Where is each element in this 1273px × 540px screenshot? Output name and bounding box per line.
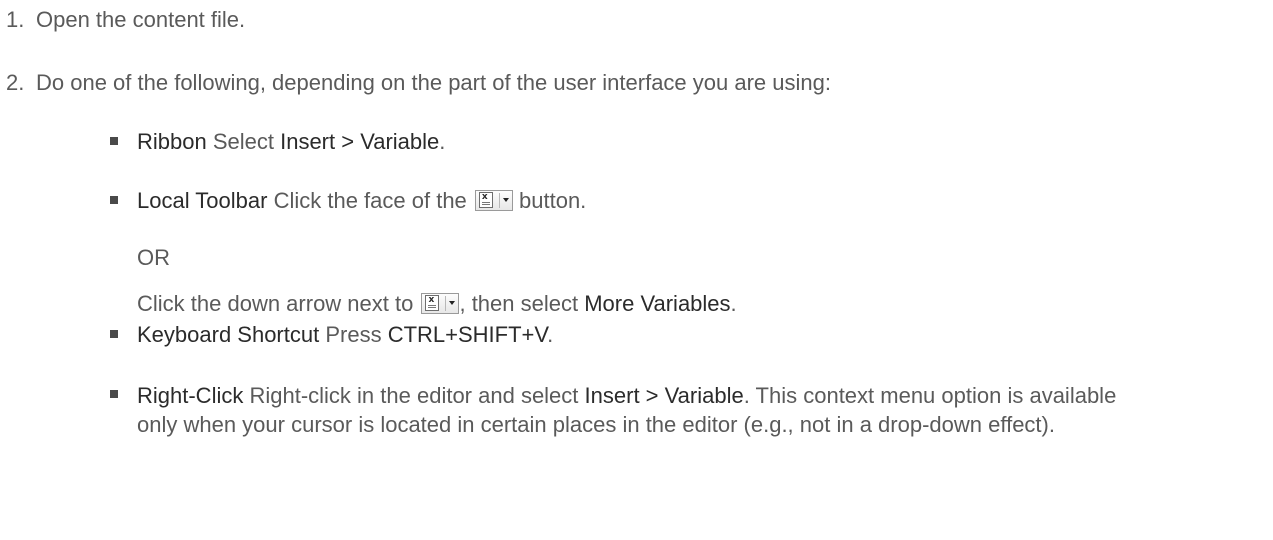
option-label: Right-Click bbox=[137, 383, 244, 408]
step-number: 2. bbox=[6, 70, 25, 95]
variable-document-icon: x bbox=[478, 192, 493, 208]
procedure-document: 1. Open the content file. 2. Do one of the… bbox=[0, 0, 1273, 540]
option-text: Ribbon Select Insert > Variable. bbox=[137, 128, 445, 156]
keyboard-shortcut: CTRL+SHIFT+V bbox=[387, 322, 548, 347]
option-text: Right-Click Right-click in the editor an… bbox=[137, 381, 1147, 439]
option-label: Keyboard Shortcut bbox=[137, 322, 320, 347]
insert-variable-toolbar-icon: x bbox=[421, 293, 460, 314]
punctuation: . bbox=[547, 322, 554, 347]
bullet-square-icon bbox=[110, 196, 118, 204]
option-label: Ribbon bbox=[137, 129, 207, 154]
punctuation: . bbox=[439, 129, 446, 154]
option-instruction: Select bbox=[206, 129, 281, 154]
or-separator: OR bbox=[137, 245, 170, 270]
option-text: Keyboard Shortcut Press CTRL+SHIFT+V. bbox=[137, 321, 553, 349]
option-instruction: Click the face of the bbox=[267, 188, 473, 213]
step-text: Do one of the following, depending on th… bbox=[36, 70, 831, 95]
step-text: Open the content file. bbox=[36, 7, 246, 32]
option-label: Local Toolbar bbox=[137, 188, 268, 213]
dropdown-arrow-icon bbox=[449, 301, 456, 305]
step-2: 2. Do one of the following, depending on … bbox=[0, 69, 831, 97]
bullet-square-icon bbox=[110, 137, 118, 145]
bullet-square-icon bbox=[110, 390, 118, 398]
alt-text: Click the down arrow next to bbox=[137, 291, 420, 316]
alt-text: , then select bbox=[459, 291, 585, 316]
dropdown-arrow-icon bbox=[502, 198, 509, 202]
menu-command: Insert > Variable bbox=[280, 129, 440, 154]
variable-document-icon: x bbox=[425, 295, 440, 311]
menu-command: More Variables bbox=[584, 291, 731, 316]
option-text: Local Toolbar Click the face of the x bu… bbox=[137, 187, 586, 215]
step-1: 1. Open the content file. bbox=[0, 6, 245, 34]
punctuation: . bbox=[730, 291, 737, 316]
insert-variable-toolbar-icon: x bbox=[474, 190, 513, 211]
option-instruction: Right-click in the editor and select bbox=[243, 383, 585, 408]
step-number: 1. bbox=[6, 7, 25, 32]
alt-instruction: Click the down arrow next to x , then sel… bbox=[137, 290, 737, 318]
bullet-square-icon bbox=[110, 330, 118, 338]
menu-command: Insert > Variable bbox=[584, 383, 744, 408]
option-instruction: button. bbox=[512, 188, 587, 213]
option-instruction: Press bbox=[319, 322, 388, 347]
